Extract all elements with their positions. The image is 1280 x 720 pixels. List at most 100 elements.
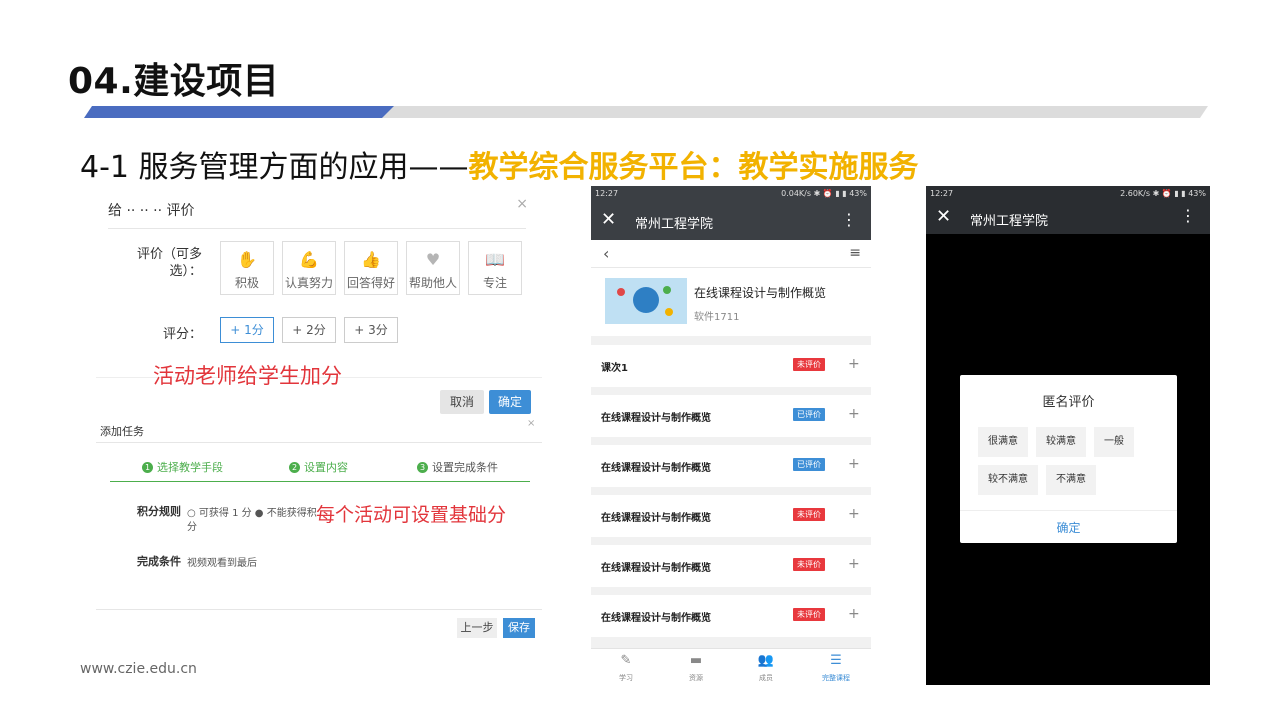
option-very-satisfied[interactable]: 很满意 xyxy=(978,427,1028,457)
save-button[interactable]: 保存 xyxy=(503,618,535,638)
status-indicators: 0.04K/s ✱ ⏰ ▮ ▮ 43% xyxy=(781,189,867,198)
score-1-button[interactable]: + 1分 xyxy=(220,317,274,343)
lesson-row[interactable]: 在线课程设计与制作概览 未评价 + xyxy=(591,545,871,587)
divider xyxy=(96,442,542,443)
badge-helpful[interactable]: ♥ 帮助他人 xyxy=(406,241,460,295)
badge-label: 回答得好 xyxy=(346,276,395,290)
nav-study[interactable]: ✎ 学习 xyxy=(591,653,661,683)
nav-label: 完整课程 xyxy=(822,674,850,682)
title-underline-track xyxy=(382,106,1208,118)
points-rule-options[interactable]: ○ 可获得 1 分 ● 不能获得积 xyxy=(187,504,317,519)
course-class: 软件1711 xyxy=(694,312,740,323)
badge-focused[interactable]: 📖 专注 xyxy=(468,241,522,295)
thumbs-up-icon: 👍 xyxy=(361,250,381,269)
lesson-name: 在线课程设计与制作概览 xyxy=(601,563,711,574)
globe-icon xyxy=(633,287,659,313)
badge-good-answer[interactable]: 👍 回答得好 xyxy=(344,241,398,295)
step-set-content[interactable]: 2 设置内容 xyxy=(289,459,348,475)
more-icon[interactable]: ⋮ xyxy=(841,210,857,229)
anonymous-rating-modal: 匿名评价 很满意 较满意 一般 较不满意 不满意 确定 xyxy=(960,375,1177,543)
status-badge: 未评价 xyxy=(793,558,825,571)
prev-step-button[interactable]: 上一步 xyxy=(457,618,497,638)
heart-icon: ♥ xyxy=(425,250,441,269)
step-number: 3 xyxy=(417,462,428,473)
app-title: 常州工程学院 xyxy=(635,217,714,232)
option-satisfied[interactable]: 较满意 xyxy=(1036,427,1086,457)
app-bar: ✕ 常州工程学院 ⋮ xyxy=(926,202,1210,234)
completion-label: 完成条件 xyxy=(137,555,181,568)
phone-course-screen: 12:27 0.04K/s ✱ ⏰ ▮ ▮ 43% ✕ 常州工程学院 ⋮ ‹ ≡… xyxy=(591,186,871,686)
confirm-button[interactable]: 确定 xyxy=(489,390,531,414)
folder-icon: ▬ xyxy=(689,653,703,668)
slide-subtitle: 4-1 服务管理方面的应用——教学综合服务平台：教学实施服务 xyxy=(80,142,919,186)
subtitle-highlight: 教学综合服务平台：教学实施服务 xyxy=(468,150,919,185)
close-icon[interactable]: ✕ xyxy=(601,209,616,230)
status-bar: 12:27 0.04K/s ✱ ⏰ ▮ ▮ 43% xyxy=(591,186,871,202)
title-underline-accent xyxy=(84,106,394,118)
divider xyxy=(96,609,542,610)
lesson-row[interactable]: 在线课程设计与制作概览 未评价 + xyxy=(591,495,871,537)
nav-resources[interactable]: ▬ 资源 xyxy=(661,653,731,683)
sub-navigation: ‹ ≡ xyxy=(591,240,871,268)
subtitle-prefix: 4-1 服务管理方面的应用—— xyxy=(80,150,469,185)
course-card[interactable]: 在线课程设计与制作概览 软件1711 xyxy=(591,268,871,336)
status-time: 12:27 xyxy=(930,189,954,198)
close-icon[interactable]: × xyxy=(516,196,528,212)
menu-icon[interactable]: ≡ xyxy=(849,245,861,261)
bottom-navigation: ✎ 学习 ▬ 资源 👥 成员 ☰ 完整课程 xyxy=(591,648,871,686)
status-time: 12:27 xyxy=(595,189,619,198)
step-label: 设置完成条件 xyxy=(432,461,498,474)
option-unsatisfied[interactable]: 较不满意 xyxy=(978,465,1038,495)
status-badge: 未评价 xyxy=(793,608,825,621)
lesson-name: 在线课程设计与制作概览 xyxy=(601,513,711,524)
nav-label: 成员 xyxy=(759,674,773,682)
thumbnail-decoration xyxy=(617,288,625,296)
score-2-button[interactable]: + 2分 xyxy=(282,317,336,343)
step-label: 选择教学手段 xyxy=(157,461,223,474)
step-set-completion[interactable]: 3 设置完成条件 xyxy=(417,459,498,475)
status-bar: 12:27 2.60K/s ✱ ⏰ ▮ ▮ 43% xyxy=(926,186,1210,202)
plus-icon[interactable]: + xyxy=(848,406,860,422)
lesson-row[interactable]: 在线课程设计与制作概览 未评价 + xyxy=(591,595,871,637)
app-title: 常州工程学院 xyxy=(970,214,1049,229)
modal-title: 匿名评价 xyxy=(1042,395,1095,410)
lesson-row[interactable]: 在线课程设计与制作概览 已评价 + xyxy=(591,445,871,487)
points-rule-options-wrap: 分 xyxy=(187,522,197,533)
plus-icon[interactable]: + xyxy=(848,356,860,372)
back-icon[interactable]: ‹ xyxy=(603,244,609,263)
lesson-name: 在线课程设计与制作概览 xyxy=(601,413,711,424)
badge-positive[interactable]: ✋ 积极 xyxy=(220,241,274,295)
plus-icon[interactable]: + xyxy=(848,456,860,472)
nav-full-course[interactable]: ☰ 完整课程 xyxy=(801,653,871,683)
plus-icon[interactable]: + xyxy=(848,606,860,622)
list-icon: ☰ xyxy=(830,653,842,668)
step-number: 1 xyxy=(142,462,153,473)
confirm-button[interactable]: 确定 xyxy=(960,519,1177,536)
nav-members[interactable]: 👥 成员 xyxy=(731,653,801,683)
lesson-name: 课次1 xyxy=(601,363,628,374)
thumbnail-decoration xyxy=(665,308,673,316)
phone-rating-screen: 12:27 2.60K/s ✱ ⏰ ▮ ▮ 43% ✕ 常州工程学院 ⋮ 匿名评… xyxy=(926,186,1210,685)
close-icon[interactable]: × xyxy=(527,418,535,429)
lesson-row[interactable]: 在线课程设计与制作概览 已评价 + xyxy=(591,395,871,437)
cancel-button[interactable]: 取消 xyxy=(440,390,484,414)
status-badge: 已评价 xyxy=(793,408,825,421)
book-icon: 📖 xyxy=(485,250,505,269)
pencil-icon: ✎ xyxy=(620,653,632,668)
app-bar: ✕ 常州工程学院 ⋮ xyxy=(591,202,871,240)
step-select-method[interactable]: 1 选择教学手段 xyxy=(142,459,223,475)
option-neutral[interactable]: 一般 xyxy=(1094,427,1134,457)
close-icon[interactable]: ✕ xyxy=(936,206,951,227)
score-3-button[interactable]: + 3分 xyxy=(344,317,398,343)
divider xyxy=(108,228,526,229)
plus-icon[interactable]: + xyxy=(848,556,860,572)
more-icon[interactable]: ⋮ xyxy=(1180,206,1196,225)
step-number: 2 xyxy=(289,462,300,473)
lesson-row[interactable]: 课次1 未评价 + xyxy=(591,345,871,387)
evaluation-dialog-title: 给 ·· ·· ·· 评价 xyxy=(108,203,195,219)
status-badge: 已评价 xyxy=(793,458,825,471)
option-very-unsatisfied[interactable]: 不满意 xyxy=(1046,465,1096,495)
badge-diligent[interactable]: 💪 认真努力 xyxy=(282,241,336,295)
divider xyxy=(960,510,1177,511)
plus-icon[interactable]: + xyxy=(848,506,860,522)
